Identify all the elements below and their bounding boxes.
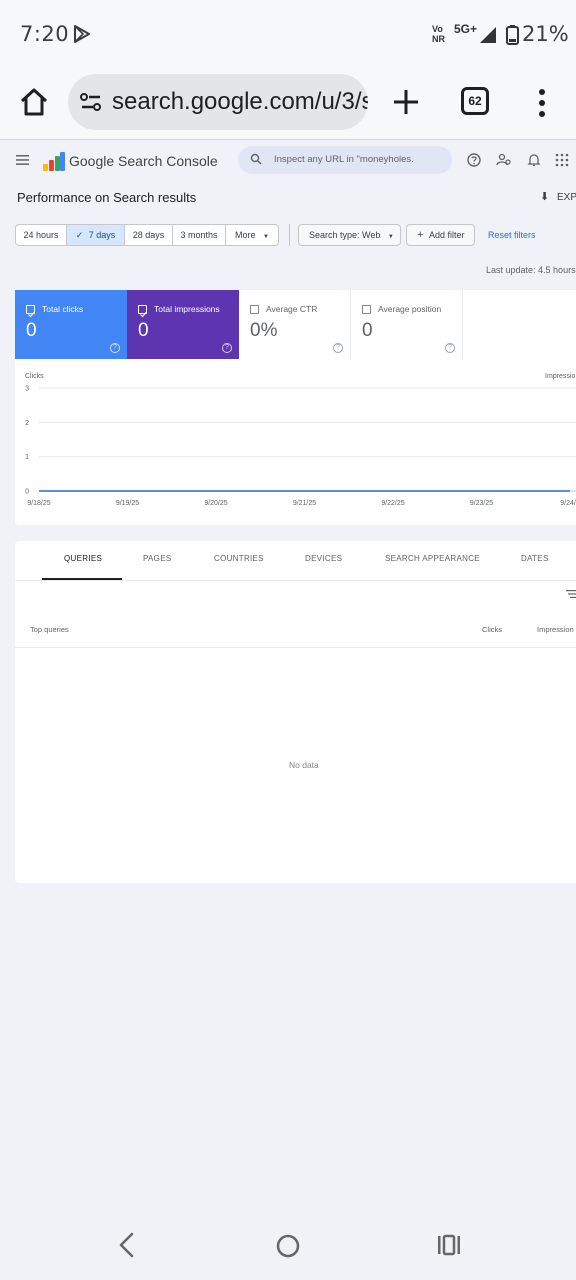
last-update: Last update: 4.5 hours xyxy=(486,265,576,275)
recent-apps-icon[interactable] xyxy=(437,1234,461,1256)
date-28-days[interactable]: 28 days xyxy=(124,224,173,246)
tab-switcher-button[interactable]: 62 xyxy=(461,87,489,115)
manage-users-icon[interactable] xyxy=(496,152,512,168)
gsc-header: Google Search Console Inspect any URL in… xyxy=(0,141,576,181)
help-icon[interactable]: ? xyxy=(222,343,232,353)
back-icon[interactable] xyxy=(116,1232,138,1258)
date-24-hours[interactable]: 24 hours xyxy=(15,224,67,246)
help-icon[interactable] xyxy=(466,152,482,168)
new-tab-icon[interactable] xyxy=(389,85,423,119)
search-icon xyxy=(250,153,262,165)
home-circle-icon[interactable] xyxy=(275,1233,301,1259)
y-tick-label: 2 xyxy=(25,420,29,427)
battery-icon xyxy=(506,25,519,45)
hamburger-menu-icon[interactable] xyxy=(16,154,30,166)
checkbox-checked-icon[interactable] xyxy=(138,305,147,318)
plus-icon: + xyxy=(417,229,424,241)
filter-rows-icon[interactable] xyxy=(566,589,576,599)
checkbox-checked-icon[interactable] xyxy=(26,305,35,318)
y-tick-label: 3 xyxy=(25,386,29,393)
metric-total-impressions[interactable]: Total impressions 0 ? xyxy=(127,290,239,359)
url-text: search.google.com/u/3/s xyxy=(112,88,368,115)
search-placeholder: Inspect any URL in "moneyholes. xyxy=(274,154,414,165)
column-impressions[interactable]: Impression xyxy=(537,625,574,634)
tab-divider xyxy=(15,580,576,581)
checkmark-icon: ✓ xyxy=(75,230,84,240)
date-3-months[interactable]: 3 months xyxy=(172,224,226,246)
checkbox-unchecked-icon[interactable] xyxy=(250,305,259,314)
play-store-icon xyxy=(74,25,90,43)
search-type-filter[interactable]: Search type: Web ▼ xyxy=(298,224,401,246)
x-tick-label: 9/24/2 xyxy=(560,500,576,507)
reset-filters-link[interactable]: Reset filters xyxy=(488,230,536,240)
dropdown-arrow-icon: ▼ xyxy=(263,234,269,240)
empty-state: No data xyxy=(289,760,319,770)
checkbox-unchecked-icon[interactable] xyxy=(362,305,371,314)
battery-percent: 21% xyxy=(522,22,569,46)
more-options-icon[interactable] xyxy=(532,86,552,120)
export-button[interactable]: ⬇ EXPO xyxy=(540,190,576,203)
column-clicks[interactable]: Clicks xyxy=(482,625,502,634)
download-icon: ⬇ xyxy=(540,191,550,203)
y-axis-label: Clicks xyxy=(25,373,44,380)
tab-search-appearance[interactable]: SEARCH APPEARANCE xyxy=(385,554,480,563)
clock: 7:20 xyxy=(20,22,70,46)
notifications-bell-icon[interactable] xyxy=(526,152,542,168)
add-filter-button[interactable]: + Add filter xyxy=(406,224,475,246)
x-tick-label: 9/23/25 xyxy=(470,500,493,507)
table-card xyxy=(15,541,576,883)
status-bar: 7:20 Vo NR 5G+ 21% xyxy=(0,0,576,68)
url-inspection-search[interactable]: Inspect any URL in "moneyholes. xyxy=(238,146,452,174)
header-divider xyxy=(15,647,576,648)
network-type: 5G+ xyxy=(454,22,478,36)
tab-pages[interactable]: PAGES xyxy=(143,554,171,563)
metric-average-ctr[interactable]: Average CTR 0% ? xyxy=(239,290,351,359)
x-tick-label: 9/18/25 xyxy=(27,500,50,507)
address-bar[interactable]: search.google.com/u/3/s xyxy=(68,74,368,130)
help-icon[interactable]: ? xyxy=(110,343,120,353)
y-tick-label: 0 xyxy=(25,489,29,496)
page-title: Performance on Search results xyxy=(17,190,197,205)
column-top-queries[interactable]: Top queries xyxy=(30,625,69,634)
system-nav-bar xyxy=(0,1208,576,1280)
dropdown-arrow-icon: ▼ xyxy=(387,234,394,240)
search-console-logo-icon xyxy=(43,152,65,171)
apps-grid-icon[interactable] xyxy=(554,152,570,168)
site-settings-icon[interactable] xyxy=(80,92,102,112)
browser-toolbar: search.google.com/u/3/s 62 xyxy=(0,68,576,140)
x-tick-label: 9/22/25 xyxy=(381,500,404,507)
signal-icon xyxy=(480,27,496,43)
volte-indicator: Vo NR xyxy=(432,24,445,44)
help-icon[interactable]: ? xyxy=(445,343,455,353)
x-tick-label: 9/19/25 xyxy=(116,500,139,507)
product-name: Google Search Console xyxy=(69,153,218,169)
date-more[interactable]: More ▼ xyxy=(225,224,279,246)
y2-axis-label: Impressio xyxy=(545,373,576,380)
tab-countries[interactable]: COUNTRIES xyxy=(214,554,264,563)
performance-chart: 3 2 1 0 9/18/25 9/19/25 9/20/25 9/21/25 9/22/25 9… xyxy=(25,386,576,507)
date-7-days[interactable]: ✓ 7 days xyxy=(66,224,125,246)
filter-divider xyxy=(289,224,290,246)
metric-total-clicks[interactable]: Total clicks 0 ? xyxy=(15,290,127,359)
metric-average-position[interactable]: Average position 0 ? xyxy=(351,290,463,359)
x-tick-label: 9/21/25 xyxy=(293,500,316,507)
export-label: EXPO xyxy=(557,192,576,203)
help-icon[interactable]: ? xyxy=(333,343,343,353)
tab-devices[interactable]: DEVICES xyxy=(305,554,342,563)
tab-queries[interactable]: QUERIES xyxy=(64,554,102,563)
x-tick-label: 9/20/25 xyxy=(204,500,227,507)
tab-dates[interactable]: DATES xyxy=(521,554,549,563)
y-tick-label: 1 xyxy=(25,454,29,461)
home-icon[interactable] xyxy=(16,84,52,120)
